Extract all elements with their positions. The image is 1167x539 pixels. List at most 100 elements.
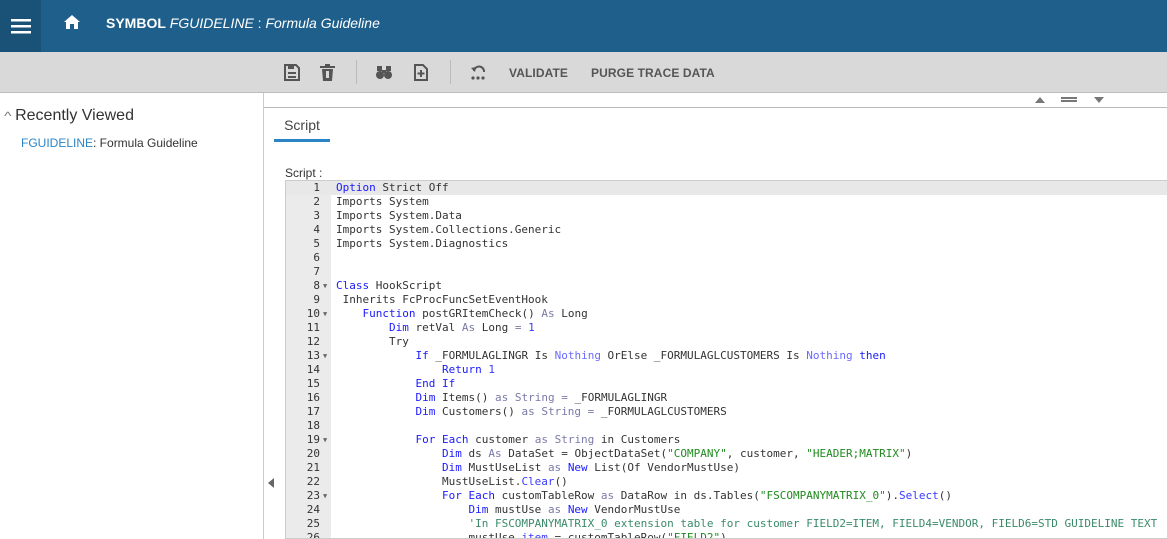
line-number: 15 <box>306 377 320 390</box>
binoculars-icon[interactable] <box>376 64 392 80</box>
line-number: 8 <box>313 279 320 292</box>
script-editor[interactable]: 1 Option Strict Off 2 Imports System 3 Import… <box>285 180 1167 539</box>
code-line: 15 End If <box>286 377 1167 391</box>
code-text: Imports System <box>336 195 429 209</box>
code-token: As <box>541 307 555 320</box>
code-token: Imports System.Data <box>336 209 462 222</box>
fold-toggle-icon[interactable]: ▼ <box>323 349 327 363</box>
purge-trace-data-button[interactable]: PURGE TRACE DATA <box>591 66 715 80</box>
code-token: customer <box>468 433 535 446</box>
line-number: 3 <box>313 209 320 222</box>
restore-icon[interactable] <box>1061 97 1077 102</box>
code-text: End If <box>336 377 455 391</box>
tab-script[interactable]: Script <box>274 117 330 142</box>
line-number: 24 <box>306 503 320 516</box>
code-token: ). <box>885 489 899 502</box>
collapse-up-icon[interactable] <box>1035 97 1045 103</box>
undo-trace-icon[interactable] <box>470 64 486 81</box>
code-text: Return 1 <box>336 363 495 377</box>
code-line: 14 Return 1 <box>286 363 1167 377</box>
line-number: 14 <box>306 363 320 376</box>
code-line: 9 Inherits FcProcFuncSetEventHook <box>286 293 1167 307</box>
code-token: _FORMULAGLCUSTOMERS <box>594 405 727 418</box>
recent-item-link[interactable]: FGUIDELINE: Formula Guideline <box>21 136 198 150</box>
code-line: 3 Imports System.Data <box>286 209 1167 223</box>
validate-button[interactable]: VALIDATE <box>509 66 568 80</box>
code-token: item <box>521 531 548 539</box>
code-token: End If <box>415 377 456 390</box>
code-line: 11 Dim retVal As Long = 1 <box>286 321 1167 335</box>
code-token: customTableRow <box>494 489 601 502</box>
code-line: 20 Dim ds As DataSet = ObjectDataSet("CO… <box>286 447 1167 461</box>
line-number: 11 <box>306 321 320 334</box>
code-token: in Customers <box>594 433 681 446</box>
app-header: SYMBOL FGUIDELINE : Formula Guideline <box>0 0 1167 52</box>
line-number: 20 <box>306 447 320 460</box>
fold-toggle-icon[interactable]: ▼ <box>323 433 327 447</box>
line-number: 9 <box>313 293 320 306</box>
code-line: 21 Dim MustUseList as New List(Of Vendor… <box>286 461 1167 475</box>
code-token: Long <box>475 321 515 334</box>
recently-viewed-title: Recently Viewed <box>15 107 134 124</box>
fold-toggle-icon[interactable]: ▼ <box>323 489 327 503</box>
save-icon[interactable] <box>284 64 300 81</box>
fold-toggle-icon[interactable]: ▼ <box>323 307 327 321</box>
code-token: Dim <box>415 391 436 404</box>
hamburger-icon <box>10 19 31 34</box>
code-token: For Each <box>441 489 495 502</box>
code-line: 22 MustUseList.Clear() <box>286 475 1167 489</box>
code-token: Imports System.Diagnostics <box>336 237 509 250</box>
code-token: For Each <box>415 433 469 446</box>
line-number: 23 <box>306 489 320 502</box>
code-token: _FORMULAGLINGR <box>567 391 668 404</box>
code-line: 26 mustUse.item = customTableRow("FIELD2… <box>286 531 1167 539</box>
line-number: 22 <box>306 475 320 488</box>
menu-button[interactable] <box>0 0 41 52</box>
code-token: ) <box>720 531 727 539</box>
home-icon[interactable] <box>63 13 81 31</box>
delete-icon[interactable] <box>320 64 335 81</box>
recently-viewed-header[interactable]: ^ Recently Viewed <box>4 107 134 125</box>
line-number: 7 <box>313 265 320 278</box>
code-token: "COMPANY" <box>667 447 727 460</box>
code-token: New <box>567 461 588 474</box>
code-token: Inherits FcProcFuncSetEventHook <box>336 293 548 306</box>
code-line: 8 ▼ Class HookScript <box>286 279 1167 293</box>
toolbar: VALIDATE PURGE TRACE DATA <box>0 52 1167 93</box>
code-token: 1 <box>528 321 535 334</box>
fold-toggle-icon[interactable]: ▼ <box>323 279 327 293</box>
code-token: New <box>567 503 588 516</box>
code-token: As <box>488 447 502 460</box>
code-token: List(Of VendorMustUse) <box>587 461 741 474</box>
line-number: 16 <box>306 391 320 404</box>
code-token: Clear <box>521 475 555 488</box>
code-token: Dim <box>415 405 436 418</box>
code-token: MustUseList. <box>336 475 522 488</box>
code-line: 7 <box>286 265 1167 279</box>
code-text: If _FORMULAGLINGR Is Nothing OrElse _FOR… <box>336 349 885 363</box>
code-token: Nothing <box>554 349 601 362</box>
panel-resize-bar <box>264 93 1167 108</box>
expand-down-icon[interactable] <box>1094 97 1104 103</box>
code-token: Class <box>336 279 370 292</box>
code-line: 10 ▼ Function postGRItemCheck() As Long <box>286 307 1167 321</box>
code-text: Option Strict Off <box>336 181 449 195</box>
code-token: "FIELD2" <box>667 531 721 539</box>
collapse-left-icon[interactable] <box>268 478 274 488</box>
symbol-label: SYMBOL <box>106 15 166 31</box>
code-text: Imports System.Diagnostics <box>336 237 508 251</box>
code-line: 19 ▼ For Each customer as String in Custo… <box>286 433 1167 447</box>
code-token: retVal <box>408 321 462 334</box>
recent-item-name: : Formula Guideline <box>93 136 198 150</box>
code-token: 1 <box>488 363 495 376</box>
code-line: 17 Dim Customers() as String = _FORMULAG… <box>286 405 1167 419</box>
code-token: as String = <box>521 405 595 418</box>
new-document-icon[interactable] <box>414 64 428 81</box>
code-token: Dim <box>468 503 489 516</box>
